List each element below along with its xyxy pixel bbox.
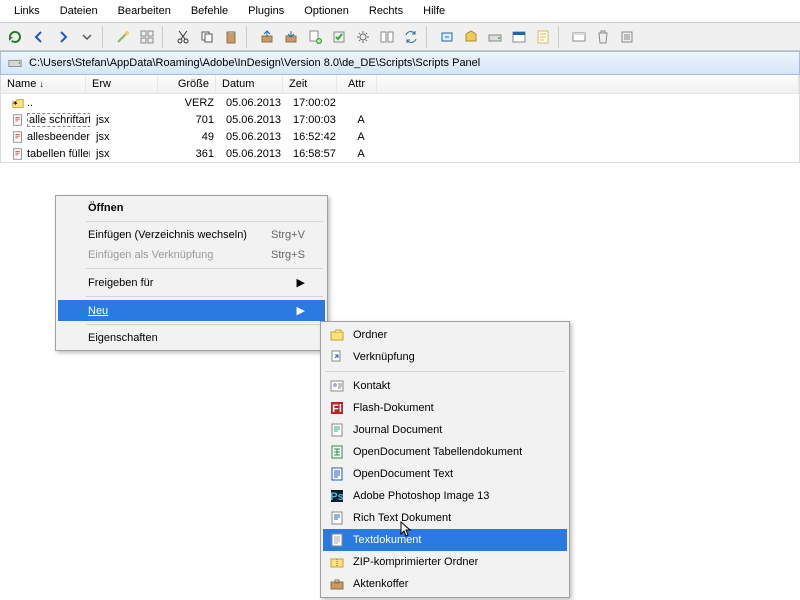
file-icon xyxy=(11,96,25,110)
ctx-share[interactable]: Freigeben für▶ xyxy=(58,272,325,293)
flash-icon: Fl xyxy=(329,400,345,416)
settings-icon[interactable] xyxy=(616,26,638,48)
menu-optionen[interactable]: Optionen xyxy=(294,2,359,20)
file-panel: Name ↓ Erw Größe Datum Zeit Attr ..VERZ0… xyxy=(0,75,800,163)
journal-icon xyxy=(329,422,345,438)
submenu-flash[interactable]: FlFlash-Dokument xyxy=(323,397,567,419)
gear-icon[interactable] xyxy=(352,26,374,48)
menu-links[interactable]: Links xyxy=(4,2,50,20)
folder-icon xyxy=(329,327,345,343)
archive-in-icon[interactable] xyxy=(280,26,302,48)
submenu-ods[interactable]: OpenDocument Tabellendokument xyxy=(323,441,567,463)
back-icon[interactable] xyxy=(28,26,50,48)
menu-dateien[interactable]: Dateien xyxy=(50,2,108,20)
file-icon xyxy=(11,113,25,127)
file-list[interactable]: ..VERZ05.06.201317:00:02alle schriftarte… xyxy=(1,94,799,162)
file-icon xyxy=(11,147,25,161)
explorer-icon[interactable] xyxy=(568,26,590,48)
contact-icon xyxy=(329,378,345,394)
submenu-psd[interactable]: PsAdobe Photoshop Image 13 xyxy=(323,485,567,507)
cut-icon[interactable] xyxy=(172,26,194,48)
rtf-icon xyxy=(329,510,345,526)
file-row[interactable]: ..VERZ05.06.201317:00:02 xyxy=(1,94,799,111)
submenu-zip[interactable]: ZIP-komprimierter Ordner xyxy=(323,551,567,573)
txt-icon xyxy=(329,532,345,548)
verify-icon[interactable] xyxy=(328,26,350,48)
menu-plugins[interactable]: Plugins xyxy=(238,2,294,20)
ctx-paste[interactable]: Einfügen (Verzeichnis wechseln)Strg+V xyxy=(58,225,325,245)
forward-icon[interactable] xyxy=(52,26,74,48)
copy-icon[interactable] xyxy=(196,26,218,48)
briefcase-icon xyxy=(329,576,345,592)
reload-icon[interactable] xyxy=(4,26,26,48)
wand-icon[interactable] xyxy=(112,26,134,48)
submenu-journal[interactable]: Journal Document xyxy=(323,419,567,441)
col-time[interactable]: Zeit xyxy=(283,75,337,93)
submenu-rtf[interactable]: Rich Text Dokument xyxy=(323,507,567,529)
col-ext[interactable]: Erw xyxy=(86,75,158,93)
menubar: Links Dateien Bearbeiten Befehle Plugins… xyxy=(0,0,800,23)
file-icon xyxy=(11,130,25,144)
col-name[interactable]: Name ↓ xyxy=(1,75,86,93)
pathbar[interactable]: C:\Users\Stefan\AppData\Roaming\Adobe\In… xyxy=(0,51,800,75)
menu-rechts[interactable]: Rechts xyxy=(359,2,413,20)
context-menu: Öffnen Einfügen (Verzeichnis wechseln)St… xyxy=(55,195,328,351)
zip-icon xyxy=(329,554,345,570)
drive-c-icon xyxy=(7,55,23,71)
odt-icon xyxy=(329,466,345,482)
ctx-properties[interactable]: Eigenschaften xyxy=(58,328,325,348)
svg-text:Ps: Ps xyxy=(330,491,343,503)
submenu-link[interactable]: Verknüpfung xyxy=(323,346,567,368)
window-icon[interactable] xyxy=(508,26,530,48)
menu-bearbeiten[interactable]: Bearbeiten xyxy=(108,2,181,20)
file-row[interactable]: alle schriftartenjsx70105.06.201317:00:0… xyxy=(1,111,799,128)
grid-icon[interactable] xyxy=(136,26,158,48)
drive-icon[interactable] xyxy=(484,26,506,48)
recycle-icon[interactable] xyxy=(592,26,614,48)
ctx-paste-link: Einfügen als VerknüpfungStrg+S xyxy=(58,245,325,265)
addfile-icon[interactable] xyxy=(304,26,326,48)
psd-icon: Ps xyxy=(329,488,345,504)
file-row[interactable]: tabellen füllenjsx36105.06.201316:58:57A xyxy=(1,145,799,162)
toolbox-icon[interactable] xyxy=(460,26,482,48)
menu-hilfe[interactable]: Hilfe xyxy=(413,2,455,20)
col-date[interactable]: Datum xyxy=(216,75,283,93)
sync-icon[interactable] xyxy=(400,26,422,48)
ctx-neu[interactable]: Neu▶ xyxy=(58,300,325,321)
submenu-briefcase[interactable]: Aktenkoffer xyxy=(323,573,567,595)
neu-submenu: OrdnerVerknüpfung KontaktFlFlash-Dokument… xyxy=(320,321,570,598)
link-icon xyxy=(329,349,345,365)
file-header: Name ↓ Erw Größe Datum Zeit Attr xyxy=(1,75,799,94)
svg-text:Fl: Fl xyxy=(332,403,342,415)
col-size[interactable]: Größe xyxy=(158,75,216,93)
file-row[interactable]: allesbeendenjsx4905.06.201316:52:42A xyxy=(1,128,799,145)
submenu-folder[interactable]: Ordner xyxy=(323,324,567,346)
archive-out-icon[interactable] xyxy=(256,26,278,48)
col-attr[interactable]: Attr xyxy=(337,75,377,93)
note-icon[interactable] xyxy=(532,26,554,48)
compare-icon[interactable] xyxy=(376,26,398,48)
submenu-odt[interactable]: OpenDocument Text xyxy=(323,463,567,485)
paste-icon[interactable] xyxy=(220,26,242,48)
menu-befehle[interactable]: Befehle xyxy=(181,2,238,20)
run-icon[interactable] xyxy=(436,26,458,48)
toolbar xyxy=(0,23,800,51)
dropdown-icon[interactable] xyxy=(76,26,98,48)
submenu-contact[interactable]: Kontakt xyxy=(323,375,567,397)
ods-icon xyxy=(329,444,345,460)
ctx-open[interactable]: Öffnen xyxy=(58,198,325,218)
submenu-txt[interactable]: Textdokument xyxy=(323,529,567,551)
pathbar-text: C:\Users\Stefan\AppData\Roaming\Adobe\In… xyxy=(29,57,480,69)
